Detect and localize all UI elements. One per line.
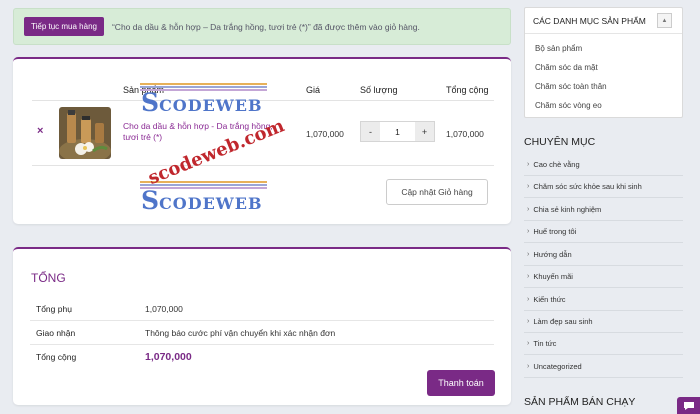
category-link[interactable]: › Uncategorized [524, 356, 683, 378]
categories-title: CHUYÊN MỤC [524, 136, 596, 148]
remove-item-icon[interactable]: × [37, 125, 43, 137]
qty-decrease-button[interactable]: - [361, 122, 380, 141]
chevron-right-icon: › [527, 273, 530, 280]
totals-row-grand-total: Tổng cộng 1,070,000 [30, 345, 494, 369]
totals-value: 1,070,000 [145, 303, 183, 314]
quantity-input[interactable]: 1 [380, 127, 415, 137]
product-categories-title: CÁC DANH MỤC SẢN PHẨM [533, 15, 646, 26]
category-link[interactable]: › Tin tức [524, 333, 683, 355]
product-category-item[interactable]: Chăm sóc da mặt [525, 58, 682, 77]
totals-label: Giao nhận [36, 327, 76, 338]
best-sellers-title: SẢN PHẨM BÁN CHẠY [524, 396, 636, 408]
category-link[interactable]: › Làm đẹp sau sinh [524, 311, 683, 333]
category-link[interactable]: › Cao chè vằng [524, 154, 683, 176]
category-link[interactable]: › Chia sẻ kinh nghiệm [524, 199, 683, 221]
category-link[interactable]: › Hướng dẫn [524, 244, 683, 266]
watermark-text: SCODEWEB [141, 186, 263, 215]
category-link[interactable]: › Kiến thức [524, 289, 683, 311]
product-category-item[interactable]: Bộ sản phẩm [525, 39, 682, 58]
chevron-right-icon: › [527, 340, 530, 347]
chevron-right-icon: › [527, 183, 530, 190]
product-category-item[interactable]: Chăm sóc vòng eo [525, 96, 682, 115]
totals-row-subtotal: Tổng phụ 1,070,000 [30, 297, 494, 321]
chevron-right-icon: › [527, 318, 530, 325]
totals-label: Tổng phụ [36, 303, 72, 314]
item-price: 1,070,000 [306, 129, 344, 139]
cart-table: Sản phẩm Giá Số lượng Tổng cộng × Cho da… [13, 57, 511, 224]
chat-icon[interactable] [677, 397, 700, 414]
update-cart-button[interactable]: Cập nhật Giỏ hàng [386, 179, 488, 205]
divider [32, 165, 494, 166]
chevron-right-icon: › [527, 363, 530, 370]
totals-label: Tổng cộng [36, 352, 77, 362]
quantity-stepper: - 1 + [360, 121, 435, 142]
chevron-right-icon: › [527, 296, 530, 303]
product-category-item[interactable]: Chăm sóc toàn thân [525, 77, 682, 96]
watermark-text: SCODEWEB [141, 88, 263, 117]
chevron-up-icon[interactable]: ▲ [657, 13, 672, 28]
product-thumbnail[interactable] [59, 107, 111, 159]
category-link[interactable]: › Huế trong tôi [524, 221, 683, 243]
notice-message: “Cho da dầu & hỗn hợp – Da trắng hồng, t… [111, 21, 420, 32]
checkout-button[interactable]: Thanh toán [427, 370, 495, 396]
category-link[interactable]: › Chăm sóc sức khỏe sau khi sinh [524, 176, 683, 198]
grand-total-value: 1,070,000 [145, 351, 192, 363]
header-total: Tổng cộng [446, 85, 489, 95]
divider [32, 100, 494, 101]
chevron-right-icon: › [527, 228, 530, 235]
cart-totals: TỔNG Tổng phụ 1,070,000 Giao nhận Thông … [13, 247, 511, 405]
chevron-right-icon: › [527, 251, 530, 258]
product-categories-widget: CÁC DANH MỤC SẢN PHẨM ▲ Bộ sản phẩm Chăm… [524, 7, 683, 118]
header-price: Giá [306, 85, 321, 95]
qty-increase-button[interactable]: + [415, 122, 434, 141]
totals-row-shipping: Giao nhận Thông báo cước phí vận chuyển … [30, 321, 494, 345]
category-link[interactable]: › Khuyến mãi [524, 266, 683, 288]
chevron-right-icon: › [527, 161, 530, 168]
totals-title: TỔNG [31, 271, 66, 285]
product-categories-header: CÁC DANH MỤC SẢN PHẨM ▲ [525, 8, 682, 34]
chevron-right-icon: › [527, 206, 530, 213]
totals-value: Thông báo cước phí vận chuyển khi xác nh… [145, 327, 336, 338]
item-subtotal: 1,070,000 [446, 129, 484, 139]
continue-shopping-button[interactable]: Tiếp tục mua hàng [24, 17, 104, 36]
header-quantity: Số lượng [360, 85, 398, 95]
cart-added-notice: Tiếp tục mua hàng “Cho da dầu & hỗn hợp … [13, 8, 511, 45]
